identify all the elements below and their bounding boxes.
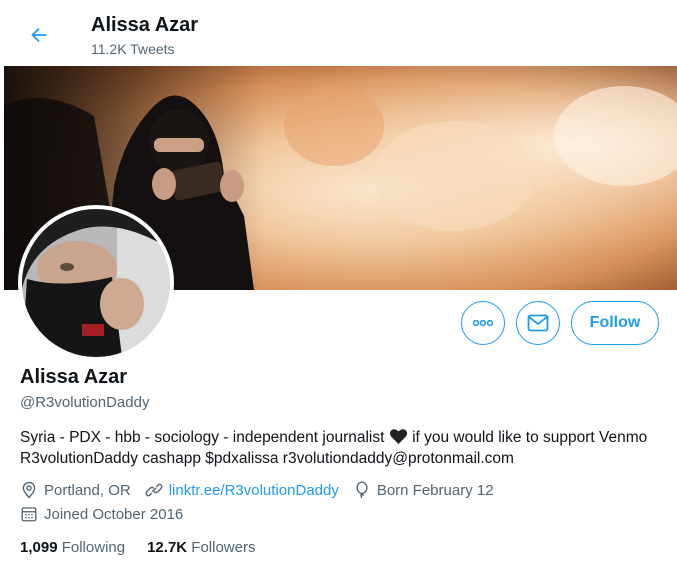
balloon-icon (356, 481, 368, 499)
bio-text-start: Syria - PDX - hbb - sociology - independ… (20, 429, 389, 446)
following-count: 1,099 (20, 539, 58, 556)
website-link[interactable]: linktr.ee/R3volutionDaddy (169, 482, 339, 499)
profile-meta-row: Portland, OR linktr.ee/R3volutionDaddy B… (20, 481, 508, 499)
location-pin-icon (22, 481, 36, 499)
user-handle: @R3volutionDaddy (20, 394, 150, 411)
follow-button[interactable]: Follow (571, 301, 659, 345)
profile-page: Alissa Azar 11.2K Tweets Follow Alissa A… (0, 0, 677, 565)
display-name: Alissa Azar (20, 366, 128, 388)
more-options-button[interactable] (461, 301, 505, 345)
location-text: Portland, OR (44, 481, 131, 499)
profile-bio: Syria - PDX - hbb - sociology - independ… (20, 427, 670, 469)
joined-text: Joined October 2016 (44, 505, 184, 523)
envelope-icon (527, 314, 549, 332)
followers-link[interactable]: 12.7K Followers (147, 539, 255, 556)
followers-count: 12.7K (147, 539, 188, 556)
birthday-item: Born February 12 (353, 481, 494, 499)
black-heart-icon (389, 429, 407, 444)
following-label: Following (61, 539, 126, 556)
more-dots-icon (473, 320, 493, 326)
profile-header-bar: Alissa Azar 11.2K Tweets (4, 0, 677, 66)
location-item: Portland, OR (20, 481, 131, 499)
back-arrow-icon (31, 27, 47, 43)
link-icon (145, 483, 163, 497)
calendar-icon (21, 507, 37, 522)
message-button[interactable] (516, 301, 560, 345)
follow-stats: 1,099 Following 12.7K Followers (20, 539, 277, 556)
header-title: Alissa Azar (91, 14, 199, 36)
joined-item: Joined October 2016 (20, 505, 183, 523)
back-button[interactable] (22, 18, 56, 52)
profile-meta-row-joined: Joined October 2016 (20, 505, 197, 523)
website-item[interactable]: linktr.ee/R3volutionDaddy (145, 481, 339, 499)
tweet-count: 11.2K Tweets (91, 41, 175, 57)
profile-avatar[interactable] (18, 205, 174, 361)
avatar-image (22, 209, 170, 357)
following-link[interactable]: 1,099 Following (20, 539, 125, 556)
birthday-text: Born February 12 (376, 481, 494, 499)
followers-label: Followers (191, 539, 256, 556)
